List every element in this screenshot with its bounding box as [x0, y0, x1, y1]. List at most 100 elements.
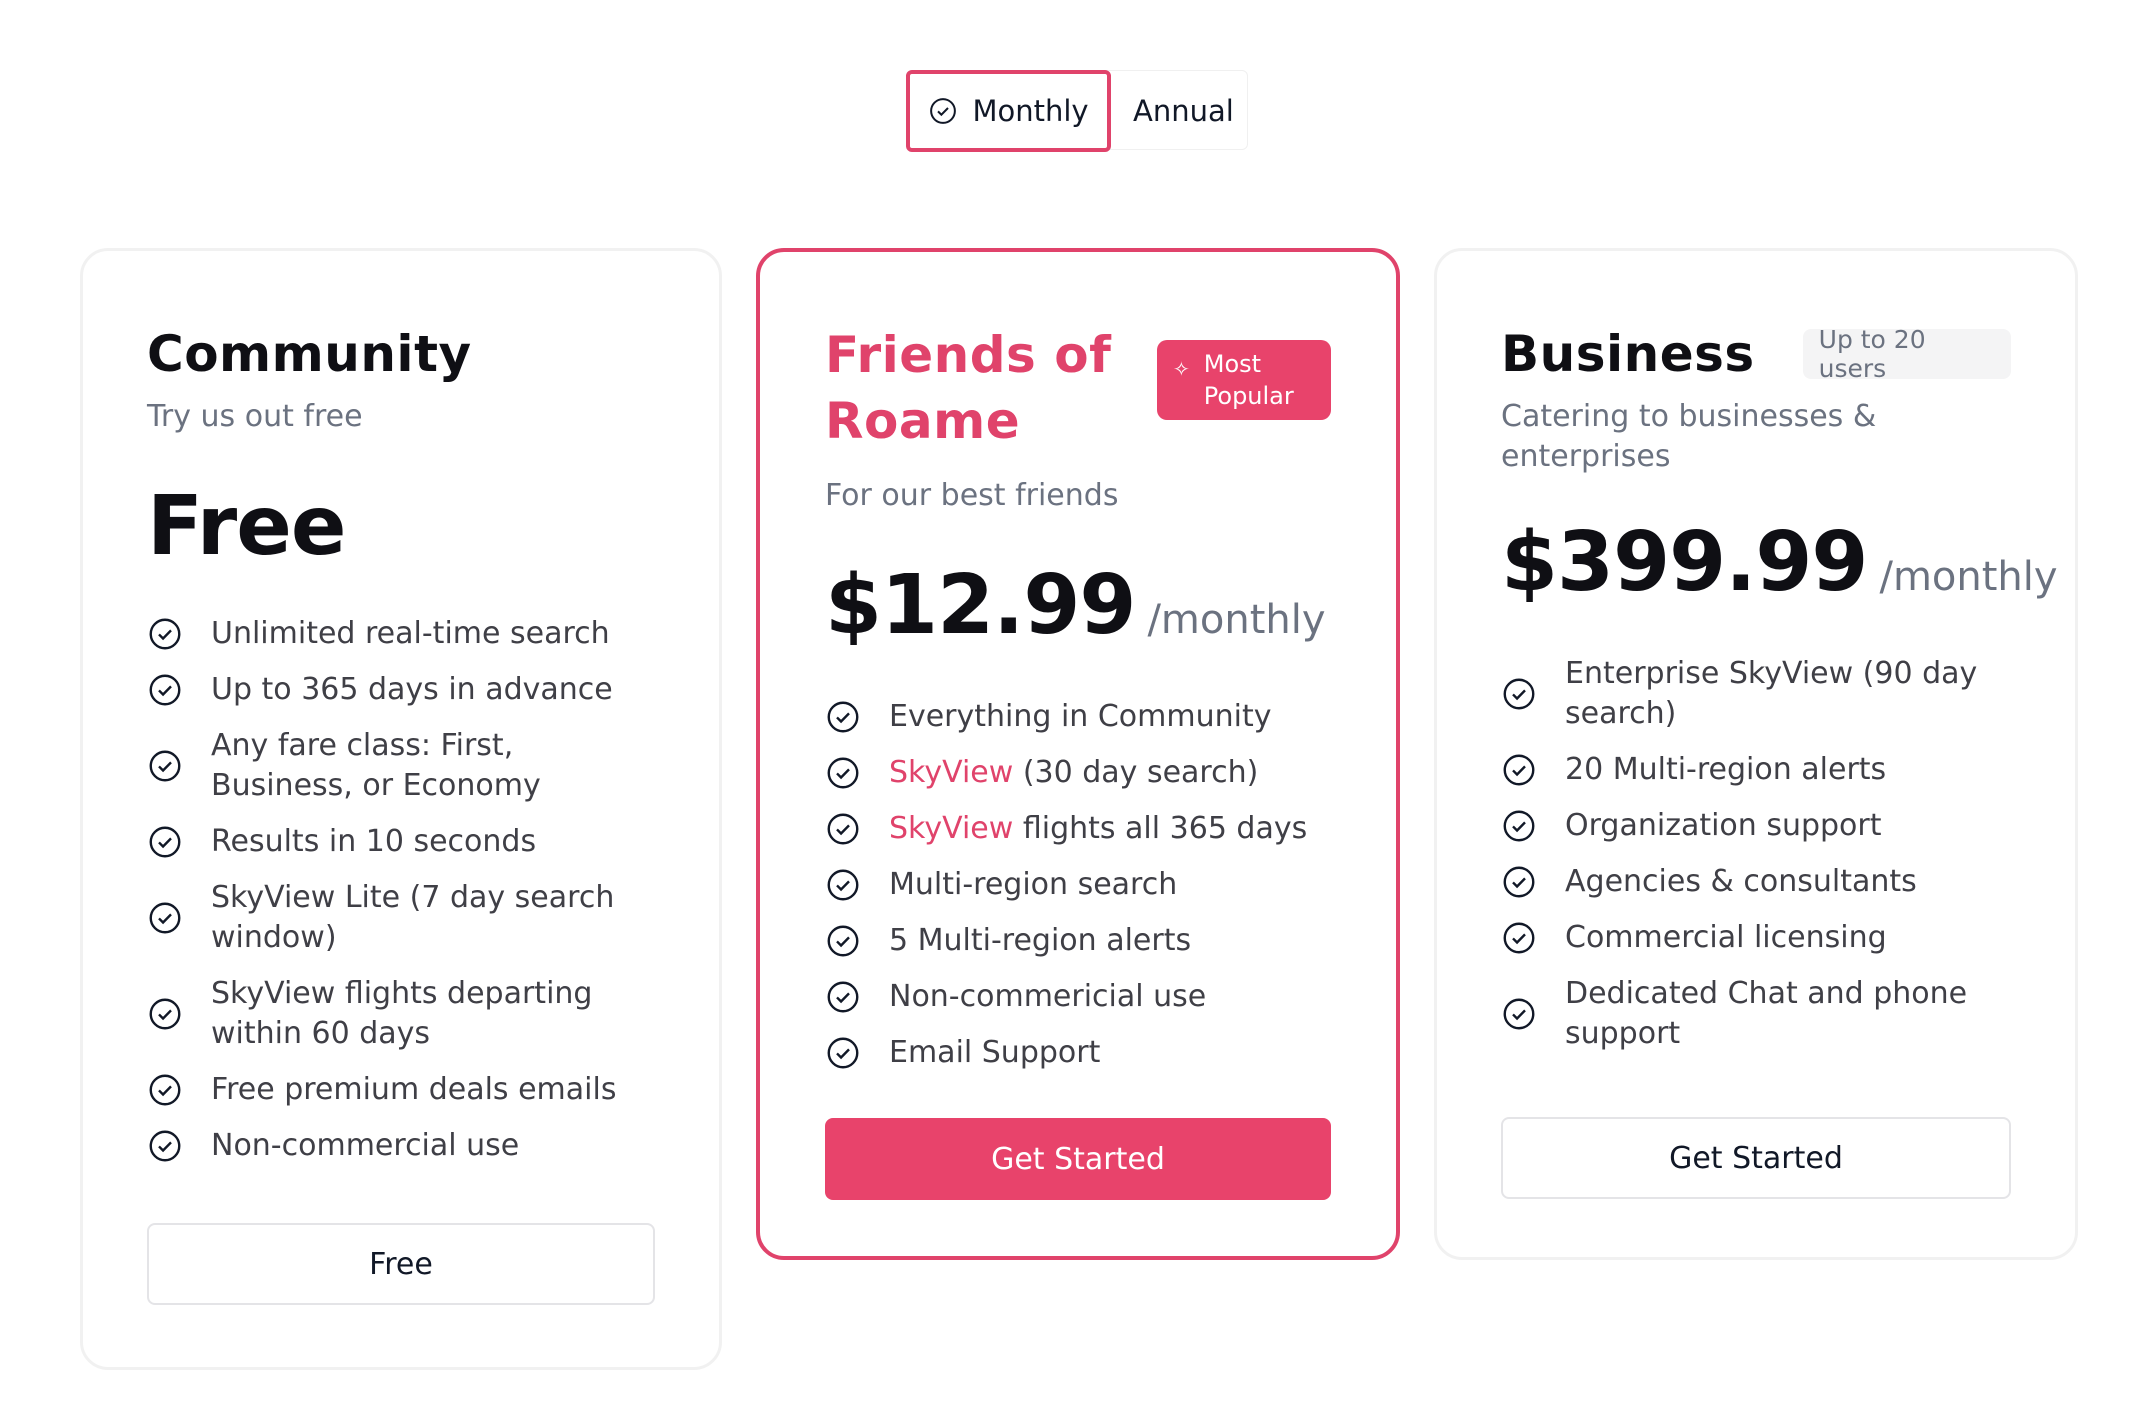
feature-item: 5 Multi-region alerts — [825, 921, 1331, 961]
feature-item: SkyView Lite (7 day search window) — [147, 878, 655, 958]
plan-price: $399.99 — [1501, 515, 1868, 610]
plan-name: Business — [1501, 325, 1755, 383]
feature-rest: flights all 365 days — [1013, 811, 1308, 846]
feature-list: Everything in Community SkyView (30 day … — [825, 697, 1331, 1073]
feature-item: Commercial licensing — [1501, 918, 2011, 958]
sparkle-icon: ✧ — [1173, 357, 1190, 381]
check-circle-icon — [1503, 998, 1535, 1030]
toggle-monthly-label: Monthly — [972, 94, 1089, 128]
free-button[interactable]: Free — [147, 1223, 655, 1305]
check-circle-icon — [827, 1037, 859, 1069]
check-circle-icon — [1503, 754, 1535, 786]
check-circle-icon — [149, 826, 181, 858]
feature-text: Dedicated Chat and phone support — [1565, 976, 1968, 1051]
check-circle-icon — [827, 981, 859, 1013]
check-circle-icon — [1503, 678, 1535, 710]
feature-item: Enterprise SkyView (90 day search) — [1501, 654, 2011, 734]
feature-text: Non-commercial use — [211, 1128, 520, 1163]
feature-list: Enterprise SkyView (90 day search) 20 Mu… — [1501, 654, 2011, 1054]
feature-rest: Everything in Community — [889, 699, 1272, 734]
most-popular-badge: ✧ Most Popular — [1157, 340, 1331, 420]
toggle-monthly[interactable]: Monthly — [906, 70, 1111, 152]
feature-rest: Email Support — [889, 1035, 1101, 1070]
plan-price: $12.99 — [825, 558, 1136, 653]
check-circle-icon — [827, 701, 859, 733]
plan-card-community: Community Try us out free Free Unlimited… — [80, 248, 722, 1370]
check-circle-icon — [1503, 922, 1535, 954]
feature-text: Any fare class: First, Business, or Econ… — [211, 728, 541, 803]
check-circle-icon — [149, 1074, 181, 1106]
plan-period: /monthly — [1879, 554, 2058, 600]
feature-rest: 5 Multi-region alerts — [889, 923, 1192, 958]
plan-name: Friends of Roame — [825, 326, 1112, 450]
feature-item: SkyView flights departing within 60 days — [147, 974, 655, 1054]
feature-text: Agencies & consultants — [1565, 864, 1917, 899]
pricing-page: Monthly Annual Community Try us out free… — [0, 0, 2156, 1414]
toggle-annual-label: Annual — [1133, 94, 1234, 128]
feature-text: Enterprise SkyView (90 day search) — [1565, 656, 1978, 731]
feature-text: Email Support — [889, 1033, 1331, 1073]
feature-item: Everything in Community — [825, 697, 1331, 737]
check-circle-icon — [1503, 810, 1535, 842]
toggle-annual[interactable]: Annual — [1111, 71, 1247, 151]
feature-item: Organization support — [1501, 806, 2011, 846]
check-circle-icon — [149, 998, 181, 1030]
check-circle-icon — [827, 757, 859, 789]
feature-item: Up to 365 days in advance — [147, 670, 655, 710]
feature-text: SkyView flights all 365 days — [889, 809, 1331, 849]
feature-text: Results in 10 seconds — [211, 824, 537, 859]
get-started-button[interactable]: Get Started — [825, 1118, 1331, 1200]
feature-text: Free premium deals emails — [211, 1072, 617, 1107]
price-row: $399.99 /monthly — [1501, 515, 2058, 610]
check-circle-icon — [149, 902, 181, 934]
price-row: $12.99 /monthly — [825, 558, 1331, 653]
feature-rest: Non-commericial use — [889, 979, 1207, 1014]
feature-text: SkyView flights departing within 60 days — [211, 976, 593, 1051]
feature-text: Everything in Community — [889, 697, 1331, 737]
feature-item: Dedicated Chat and phone support — [1501, 974, 2011, 1054]
feature-item: Non-commericial use — [825, 977, 1331, 1017]
check-circle-icon — [1503, 866, 1535, 898]
feature-highlight: SkyView — [889, 755, 1014, 790]
plan-name: Community — [147, 325, 472, 383]
feature-text: Up to 365 days in advance — [211, 672, 613, 707]
check-circle-icon — [149, 1130, 181, 1162]
check-circle-icon — [149, 618, 181, 650]
price-row: Free — [147, 479, 655, 574]
feature-text: Non-commericial use — [889, 977, 1331, 1017]
check-circle-icon — [827, 925, 859, 957]
feature-item: Multi-region search — [825, 865, 1331, 905]
feature-item: Any fare class: First, Business, or Econ… — [147, 726, 655, 806]
billing-toggle: Monthly Annual — [906, 70, 1248, 152]
plan-card-business: Business Up to 20 users Catering to busi… — [1434, 248, 2078, 1260]
get-started-button[interactable]: Get Started — [1501, 1117, 2011, 1199]
badge-label: Most Popular — [1203, 350, 1294, 410]
plan-price: Free — [147, 479, 346, 574]
check-circle-icon — [149, 750, 181, 782]
feature-list: Unlimited real-time search Up to 365 day… — [147, 614, 655, 1166]
feature-text: Organization support — [1565, 808, 1882, 843]
feature-item: 20 Multi-region alerts — [1501, 750, 2011, 790]
feature-highlight: SkyView — [889, 811, 1014, 846]
plan-card-friends: Friends of Roame ✧ Most Popular For our … — [756, 248, 1400, 1260]
feature-item: SkyView (30 day search) — [825, 753, 1331, 793]
feature-item: Results in 10 seconds — [147, 822, 655, 862]
plan-subtitle: For our best friends — [825, 478, 1119, 513]
feature-text: SkyView (30 day search) — [889, 753, 1331, 793]
feature-item: Email Support — [825, 1033, 1331, 1073]
plan-subtitle: Catering to businesses & enterprises — [1501, 399, 1877, 474]
feature-rest: Multi-region search — [889, 867, 1178, 902]
feature-text: Commercial licensing — [1565, 920, 1887, 955]
check-circle-icon — [827, 869, 859, 901]
plan-period: /monthly — [1147, 597, 1326, 643]
feature-text: Multi-region search — [889, 865, 1331, 905]
feature-item: Free premium deals emails — [147, 1070, 655, 1110]
users-badge: Up to 20 users — [1802, 325, 2011, 383]
check-circle-icon — [827, 813, 859, 845]
feature-text: SkyView Lite (7 day search window) — [211, 880, 615, 955]
check-circle-icon — [930, 98, 957, 124]
feature-rest: (30 day search) — [1013, 755, 1259, 790]
check-circle-icon — [149, 674, 181, 706]
feature-text: 5 Multi-region alerts — [889, 921, 1331, 961]
feature-item: Non-commercial use — [147, 1126, 655, 1166]
